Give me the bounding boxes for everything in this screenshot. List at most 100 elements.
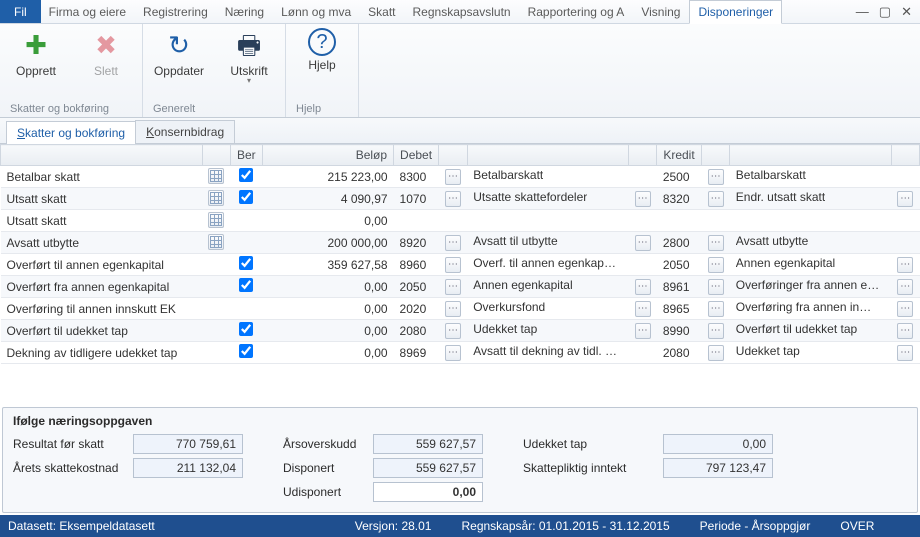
belop-cell: 359 627,58: [262, 254, 393, 276]
lookup-icon[interactable]: ⋯: [445, 279, 461, 295]
menutab-regnskapsavslutn[interactable]: Regnskapsavslutn: [405, 0, 520, 23]
table-row[interactable]: Overført til udekket tap0,002080⋯Udekket…: [1, 320, 920, 342]
table-row[interactable]: Overført fra annen egenkapital0,002050⋯A…: [1, 276, 920, 298]
kredit-acct[interactable]: [657, 210, 702, 232]
ber-checkbox[interactable]: [239, 278, 253, 292]
more-icon[interactable]: ⋯: [635, 323, 651, 339]
table-row[interactable]: Overføring til annen innskutt EK0,002020…: [1, 298, 920, 320]
more-icon[interactable]: ⋯: [897, 323, 913, 339]
lookup-icon[interactable]: ⋯: [708, 279, 724, 295]
ber-checkbox[interactable]: [239, 344, 253, 358]
table-row[interactable]: Overført til annen egenkapital359 627,58…: [1, 254, 920, 276]
debet-acct[interactable]: 8960: [394, 254, 439, 276]
lookup-icon[interactable]: ⋯: [445, 345, 461, 361]
debet-acct[interactable]: 2080: [394, 320, 439, 342]
more-icon[interactable]: ⋯: [635, 279, 651, 295]
oppdater-button[interactable]: ↻Oppdater: [151, 28, 207, 78]
subtab-accel: S: [17, 126, 25, 140]
col-kredit[interactable]: Kredit: [657, 145, 702, 166]
skattekost-value: 211 132,04: [133, 458, 243, 478]
menutab-visning[interactable]: Visning: [633, 0, 689, 23]
debet-acct[interactable]: 8300: [394, 166, 439, 188]
kredit-acct[interactable]: 8961: [657, 276, 702, 298]
debet-acct[interactable]: 2020: [394, 298, 439, 320]
lookup-icon[interactable]: ⋯: [708, 323, 724, 339]
menutab-disponeringer[interactable]: Disponeringer: [689, 0, 782, 24]
col-belop[interactable]: Beløp: [262, 145, 393, 166]
resultat-label: Resultat før skatt: [13, 437, 133, 451]
menutab-næring[interactable]: Næring: [217, 0, 273, 23]
lookup-icon[interactable]: ⋯: [445, 191, 461, 207]
kredit-acct[interactable]: 2050: [657, 254, 702, 276]
more-icon[interactable]: ⋯: [897, 191, 913, 207]
more-icon[interactable]: ⋯: [635, 191, 651, 207]
col-ber[interactable]: Ber: [230, 145, 262, 166]
minimize-icon[interactable]: —: [856, 4, 869, 19]
menutab-lønn-og-mva[interactable]: Lønn og mva: [273, 0, 360, 23]
more-icon[interactable]: ⋯: [635, 301, 651, 317]
table-row[interactable]: Utsatt skatt0,00⋯⋯: [1, 210, 920, 232]
udisponert-label: Udisponert: [283, 485, 373, 499]
status-over: OVER: [840, 519, 874, 533]
menutab-registrering[interactable]: Registrering: [135, 0, 217, 23]
lookup-icon[interactable]: ⋯: [708, 191, 724, 207]
maximize-icon[interactable]: ▢: [879, 4, 891, 20]
debet-acct[interactable]: 2050: [394, 276, 439, 298]
grid-icon[interactable]: [208, 168, 224, 184]
ber-checkbox[interactable]: [239, 322, 253, 336]
kredit-name: Annen egenkapital: [730, 254, 891, 276]
debet-acct[interactable]: 8969: [394, 342, 439, 364]
ber-checkbox[interactable]: [239, 256, 253, 270]
table-row[interactable]: Avsatt utbytte200 000,008920⋯Avsatt til …: [1, 232, 920, 254]
lookup-icon[interactable]: ⋯: [445, 323, 461, 339]
kredit-acct[interactable]: 2500: [657, 166, 702, 188]
lookup-icon[interactable]: ⋯: [445, 169, 461, 185]
ribbon-item-label: Slett: [94, 64, 118, 78]
debet-name: Overkursfond: [467, 298, 628, 320]
lookup-icon[interactable]: ⋯: [445, 257, 461, 273]
row-label: Dekning av tidligere udekket tap: [1, 342, 203, 364]
debet-acct[interactable]: [394, 210, 439, 232]
table-row[interactable]: Dekning av tidligere udekket tap0,008969…: [1, 342, 920, 364]
subtab-0[interactable]: Skatter og bokføring: [6, 121, 136, 144]
more-icon[interactable]: ⋯: [897, 301, 913, 317]
kredit-acct[interactable]: 8965: [657, 298, 702, 320]
chevron-down-icon: ▾: [247, 76, 251, 85]
close-icon[interactable]: ✕: [901, 4, 912, 20]
hjelp-button[interactable]: ?Hjelp: [294, 28, 350, 72]
debet-acct[interactable]: 1070: [394, 188, 439, 210]
kredit-acct[interactable]: 2080: [657, 342, 702, 364]
kredit-acct[interactable]: 8990: [657, 320, 702, 342]
lookup-icon[interactable]: ⋯: [708, 345, 724, 361]
opprett-button[interactable]: ✚Opprett: [8, 28, 64, 78]
udekket-label: Udekket tap: [523, 437, 663, 451]
ribbon-item-label: Opprett: [16, 64, 56, 78]
grid-icon[interactable]: [208, 190, 224, 206]
lookup-icon[interactable]: ⋯: [708, 257, 724, 273]
lookup-icon[interactable]: ⋯: [708, 169, 724, 185]
more-icon[interactable]: ⋯: [897, 345, 913, 361]
table-row[interactable]: Utsatt skatt4 090,971070⋯Utsatte skattef…: [1, 188, 920, 210]
subtab-1[interactable]: Konsernbidrag: [135, 120, 235, 143]
grid-icon[interactable]: [208, 212, 224, 228]
grid-icon[interactable]: [208, 234, 224, 250]
more-icon[interactable]: ⋯: [635, 235, 651, 251]
menutab-skatt[interactable]: Skatt: [360, 0, 404, 23]
lookup-icon[interactable]: ⋯: [445, 301, 461, 317]
more-icon[interactable]: ⋯: [897, 257, 913, 273]
kredit-acct[interactable]: 2800: [657, 232, 702, 254]
table-row[interactable]: Betalbar skatt215 223,008300⋯Betalbarska…: [1, 166, 920, 188]
menutab-firma-og-eiere[interactable]: Firma og eiere: [41, 0, 135, 23]
lookup-icon[interactable]: ⋯: [708, 235, 724, 251]
lookup-icon[interactable]: ⋯: [708, 301, 724, 317]
menutab-rapportering-og-a[interactable]: Rapportering og A: [520, 0, 634, 23]
ber-checkbox[interactable]: [239, 168, 253, 182]
kredit-acct[interactable]: 8320: [657, 188, 702, 210]
debet-acct[interactable]: 8920: [394, 232, 439, 254]
lookup-icon[interactable]: ⋯: [445, 235, 461, 251]
ber-checkbox[interactable]: [239, 190, 253, 204]
utskrift-button[interactable]: 🖶Utskrift▾: [221, 28, 277, 85]
col-debet[interactable]: Debet: [394, 145, 439, 166]
file-menu[interactable]: Fil: [0, 0, 41, 23]
more-icon[interactable]: ⋯: [897, 279, 913, 295]
